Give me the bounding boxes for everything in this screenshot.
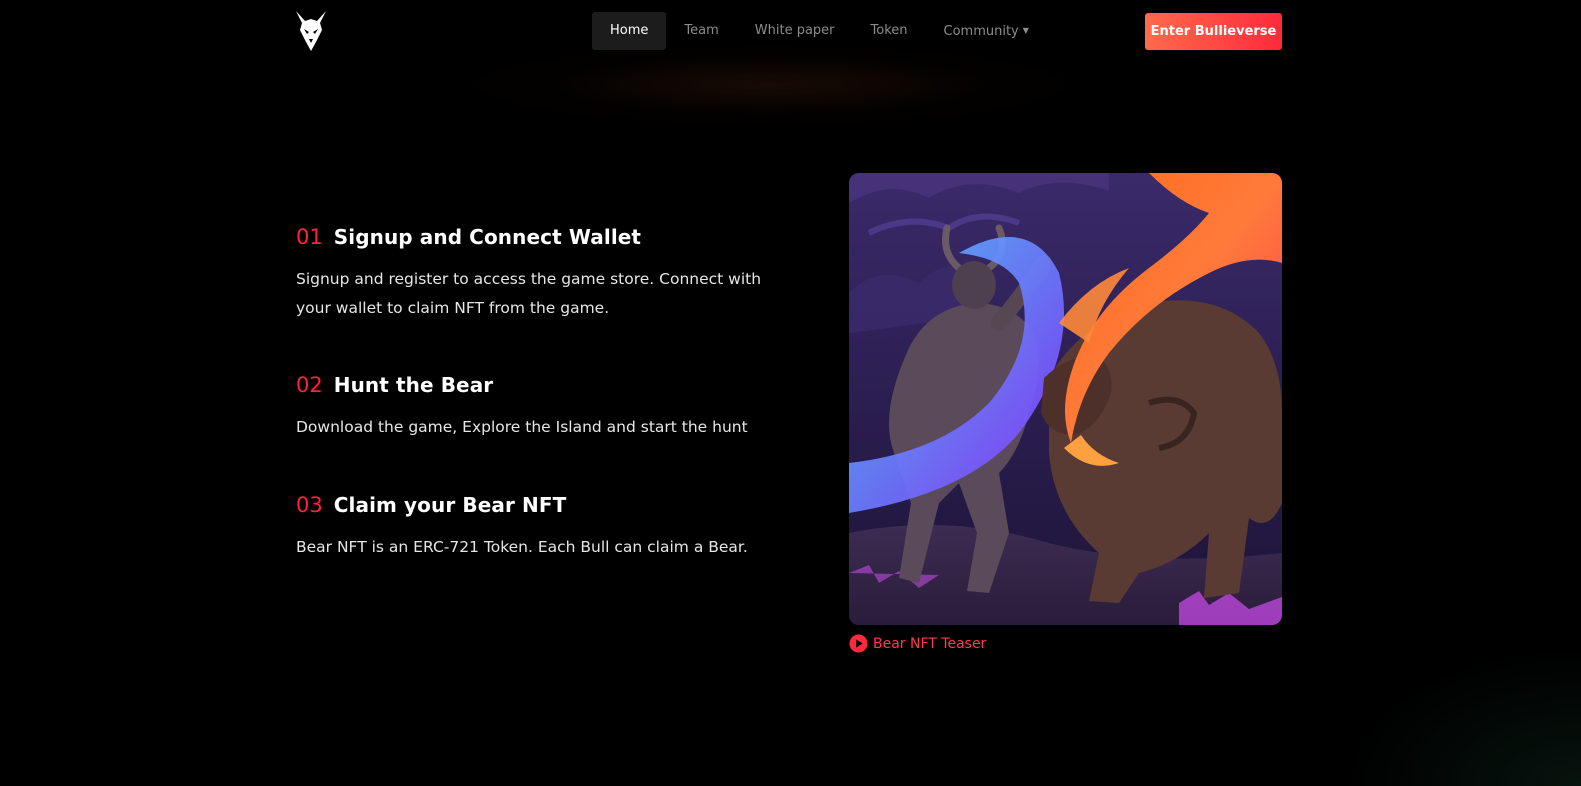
teaser-label: Bear NFT Teaser	[873, 635, 987, 652]
bull-logo-icon[interactable]	[293, 10, 329, 52]
step-title: Hunt the Bear	[333, 373, 494, 397]
nav-item-label: Community	[943, 24, 1019, 39]
step-claim: 03 Claim your Bear NFT Bear NFT is an ER…	[296, 493, 796, 562]
corner-glow	[1341, 646, 1581, 786]
nav-item-community[interactable]: Community ▼	[926, 12, 1047, 50]
header-glow	[430, 40, 1110, 130]
bear-nft-teaser-link[interactable]: Bear NFT Teaser	[849, 634, 986, 653]
nav-item-token[interactable]: Token	[853, 12, 926, 50]
step-description: Bear NFT is an ERC-721 Token. Each Bull …	[296, 538, 748, 556]
main-nav: Home Team White paper Token Community ▼	[592, 12, 1047, 50]
step-signup: 01 Signup and Connect Wallet Signup and …	[296, 225, 796, 323]
nav-item-label: Token	[870, 23, 908, 38]
step-number: 01	[296, 225, 323, 249]
nav-item-team[interactable]: Team	[666, 12, 736, 50]
nav-item-label: Home	[610, 23, 649, 38]
play-icon	[849, 634, 868, 653]
step-title: Claim your Bear NFT	[333, 493, 567, 517]
step-hunt: 02 Hunt the Bear Download the game, Expl…	[296, 373, 796, 442]
nav-item-home[interactable]: Home	[592, 12, 667, 50]
enter-bullieverse-button[interactable]: Enter Bullieverse	[1145, 13, 1282, 50]
nav-item-white-paper[interactable]: White paper	[737, 12, 853, 50]
step-number: 03	[296, 493, 323, 517]
bull-vs-bear-artwork[interactable]	[849, 173, 1282, 625]
step-title: Signup and Connect Wallet	[333, 225, 642, 249]
step-description: Signup and register to access the game s…	[296, 270, 762, 317]
step-description: Download the game, Explore the Island an…	[296, 418, 748, 436]
page: Home Team White paper Token Community ▼ E…	[0, 0, 1581, 786]
chevron-down-icon: ▼	[1022, 26, 1029, 35]
step-number: 02	[296, 373, 323, 397]
nav-item-label: White paper	[754, 23, 835, 38]
nav-item-label: Team	[684, 23, 719, 38]
